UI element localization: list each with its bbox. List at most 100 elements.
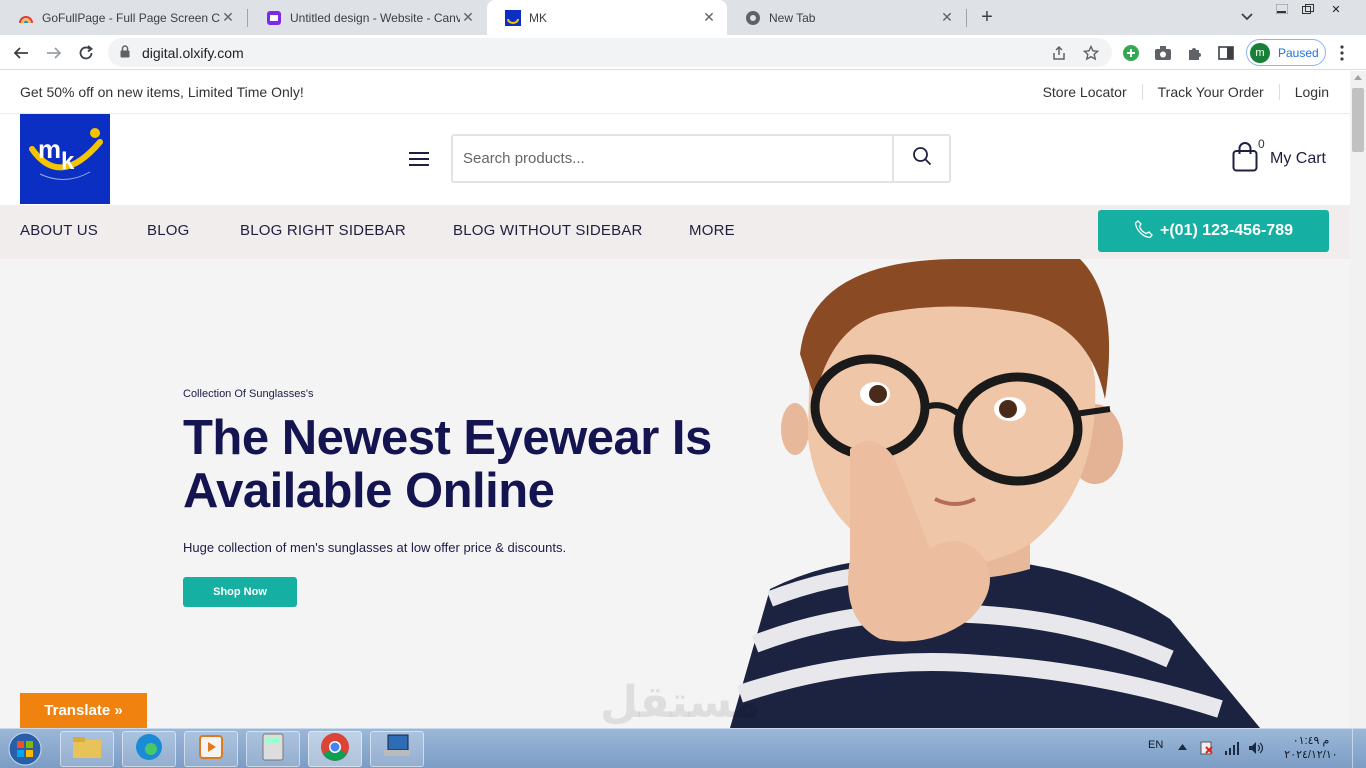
show-hidden-icons-chevron-icon[interactable] — [1178, 741, 1187, 753]
browser-tab-strip: GoFullPage - Full Page Screen Ca ✕ Untit… — [0, 0, 1366, 35]
lock-icon[interactable] — [120, 45, 130, 63]
tab-search-chevron-icon[interactable] — [1238, 8, 1256, 26]
boy-with-glasses-image — [730, 259, 1260, 728]
nav-blog-without-sidebar[interactable]: BLOG WITHOUT SIDEBAR — [453, 222, 643, 239]
hero-headline: The Newest Eyewear Is Available Online — [183, 411, 712, 518]
nav-more[interactable]: MORE — [689, 222, 735, 239]
clock-time: م ٠١:٤٩ — [1292, 735, 1330, 747]
hero-banner: Collection Of Sunglasses's The Newest Ey… — [0, 259, 1350, 728]
search-button[interactable] — [892, 136, 949, 181]
network-signal-icon[interactable] — [1224, 741, 1240, 758]
tab-new-tab[interactable]: New Tab ✕ — [727, 0, 965, 35]
tab-title: Untitled design - Website - Canv — [290, 10, 460, 25]
scroll-up-arrow-icon[interactable] — [1354, 75, 1362, 80]
canva-favicon-icon — [266, 10, 282, 26]
new-tab-plus-icon[interactable]: + — [976, 6, 998, 28]
nav-blog-right-sidebar[interactable]: BLOG RIGHT SIDEBAR — [240, 222, 406, 239]
action-center-flag-icon[interactable] — [1200, 741, 1214, 758]
input-language[interactable]: EN — [1148, 739, 1163, 751]
top-links: Store Locator Track Your Order Login — [1028, 84, 1329, 100]
system-clock[interactable]: م ٠١:٤٩ ٢٠٢٤/١٢/١٠ — [1276, 734, 1346, 762]
windows-start-icon[interactable] — [6, 732, 44, 766]
taskbar-explorer[interactable] — [60, 731, 114, 767]
profile-status: Paused — [1278, 45, 1319, 60]
nav-about-us[interactable]: ABOUT US — [20, 222, 98, 239]
window-close-icon[interactable]: ✕ — [1322, 0, 1350, 18]
profile-paused-button[interactable]: m Paused — [1246, 39, 1326, 66]
top-announcement-bar: Get 50% off on new items, Limited Time O… — [0, 71, 1350, 114]
hero-subhead: Huge collection of men's sunglasses at l… — [183, 540, 567, 555]
reload-icon[interactable] — [74, 41, 98, 65]
site-header: m k 0 My Cart — [0, 114, 1350, 205]
tab-title: MK — [529, 10, 547, 25]
page-scrollbar[interactable] — [1350, 71, 1366, 728]
main-navigation: ABOUT US BLOG BLOG RIGHT SIDEBAR BLOG WI… — [0, 205, 1350, 259]
back-arrow-icon[interactable] — [9, 41, 33, 65]
close-icon[interactable]: ✕ — [701, 9, 717, 26]
camera-icon[interactable] — [1153, 43, 1173, 63]
taskbar-chrome[interactable] — [308, 731, 362, 767]
extension-green-icon[interactable] — [1121, 43, 1141, 63]
svg-text:k: k — [61, 148, 75, 175]
tab-mk[interactable]: MK ✕ — [487, 0, 727, 35]
chrome-icon — [320, 732, 350, 767]
hero-eyebrow: Collection Of Sunglasses's — [183, 388, 314, 400]
computer-icon — [382, 734, 412, 765]
show-desktop-button[interactable] — [1352, 729, 1366, 768]
rainbow-favicon-icon — [18, 10, 34, 26]
watermark-logo: مستقل — [600, 678, 761, 727]
url-text[interactable]: digital.olxify.com — [142, 45, 244, 61]
side-panel-icon[interactable] — [1216, 43, 1236, 63]
clock-date: ٢٠٢٤/١٢/١٠ — [1284, 749, 1338, 761]
phone-call-button[interactable]: +(01) 123-456-789 — [1098, 210, 1329, 252]
kebab-menu-icon[interactable] — [1332, 43, 1352, 63]
volume-speaker-icon[interactable] — [1248, 741, 1264, 758]
media-player-icon — [198, 734, 224, 765]
search-input[interactable] — [453, 136, 893, 181]
taskbar-calculator[interactable] — [246, 731, 300, 767]
forward-arrow-icon[interactable] — [42, 41, 66, 65]
close-icon[interactable]: ✕ — [460, 9, 476, 26]
bookmark-star-icon[interactable] — [1082, 44, 1100, 62]
tab-divider — [966, 9, 967, 27]
phone-number: +(01) 123-456-789 — [1160, 222, 1293, 239]
translate-button[interactable]: Translate » — [20, 693, 147, 728]
site-logo[interactable]: m k — [20, 114, 110, 204]
store-locator-link[interactable]: Store Locator — [1028, 84, 1142, 100]
chrome-favicon-icon — [745, 10, 761, 26]
search-icon — [912, 146, 932, 171]
restore-icon[interactable] — [1294, 0, 1322, 18]
scrollbar-thumb[interactable] — [1352, 88, 1364, 152]
cart-label: My Cart — [1270, 150, 1326, 167]
address-bar[interactable]: digital.olxify.com — [108, 38, 1112, 67]
minimize-icon[interactable] — [1268, 0, 1296, 18]
avatar: m — [1250, 42, 1270, 63]
close-icon[interactable]: ✕ — [939, 9, 955, 26]
tab-canva[interactable]: Untitled design - Website - Canv ✕ — [248, 0, 486, 35]
extensions-puzzle-icon[interactable] — [1185, 43, 1205, 63]
cart-count-badge: 0 — [1258, 137, 1265, 151]
taskbar-media-player[interactable] — [184, 731, 238, 767]
page-viewport: Get 50% off on new items, Limited Time O… — [0, 71, 1350, 728]
track-order-link[interactable]: Track Your Order — [1141, 84, 1279, 100]
folder-icon — [72, 735, 102, 764]
search-form — [451, 134, 951, 183]
shop-now-button[interactable]: Shop Now — [183, 577, 297, 607]
share-icon[interactable] — [1050, 44, 1068, 62]
login-link[interactable]: Login — [1278, 84, 1329, 100]
hamburger-menu-icon[interactable] — [409, 152, 429, 166]
taskbar-remote-desktop[interactable] — [370, 731, 424, 767]
tab-gofullpage[interactable]: GoFullPage - Full Page Screen Ca ✕ — [0, 0, 246, 35]
mk-favicon-icon — [505, 9, 521, 26]
close-icon[interactable]: ✕ — [220, 9, 236, 26]
windows-taskbar: EN م ٠١:٤٩ ٢٠٢٤/١٢/١٠ — [0, 728, 1366, 768]
nav-blog[interactable]: BLOG — [147, 222, 189, 239]
cart-button[interactable]: 0 My Cart — [1232, 137, 1326, 177]
taskbar-edge[interactable] — [122, 731, 176, 767]
tab-title: New Tab — [769, 10, 816, 25]
phone-icon — [1134, 219, 1160, 244]
shopping-bag-icon — [1232, 141, 1258, 177]
promo-text: Get 50% off on new items, Limited Time O… — [20, 84, 304, 100]
svg-text:m: m — [38, 134, 61, 164]
calculator-icon — [262, 733, 284, 766]
